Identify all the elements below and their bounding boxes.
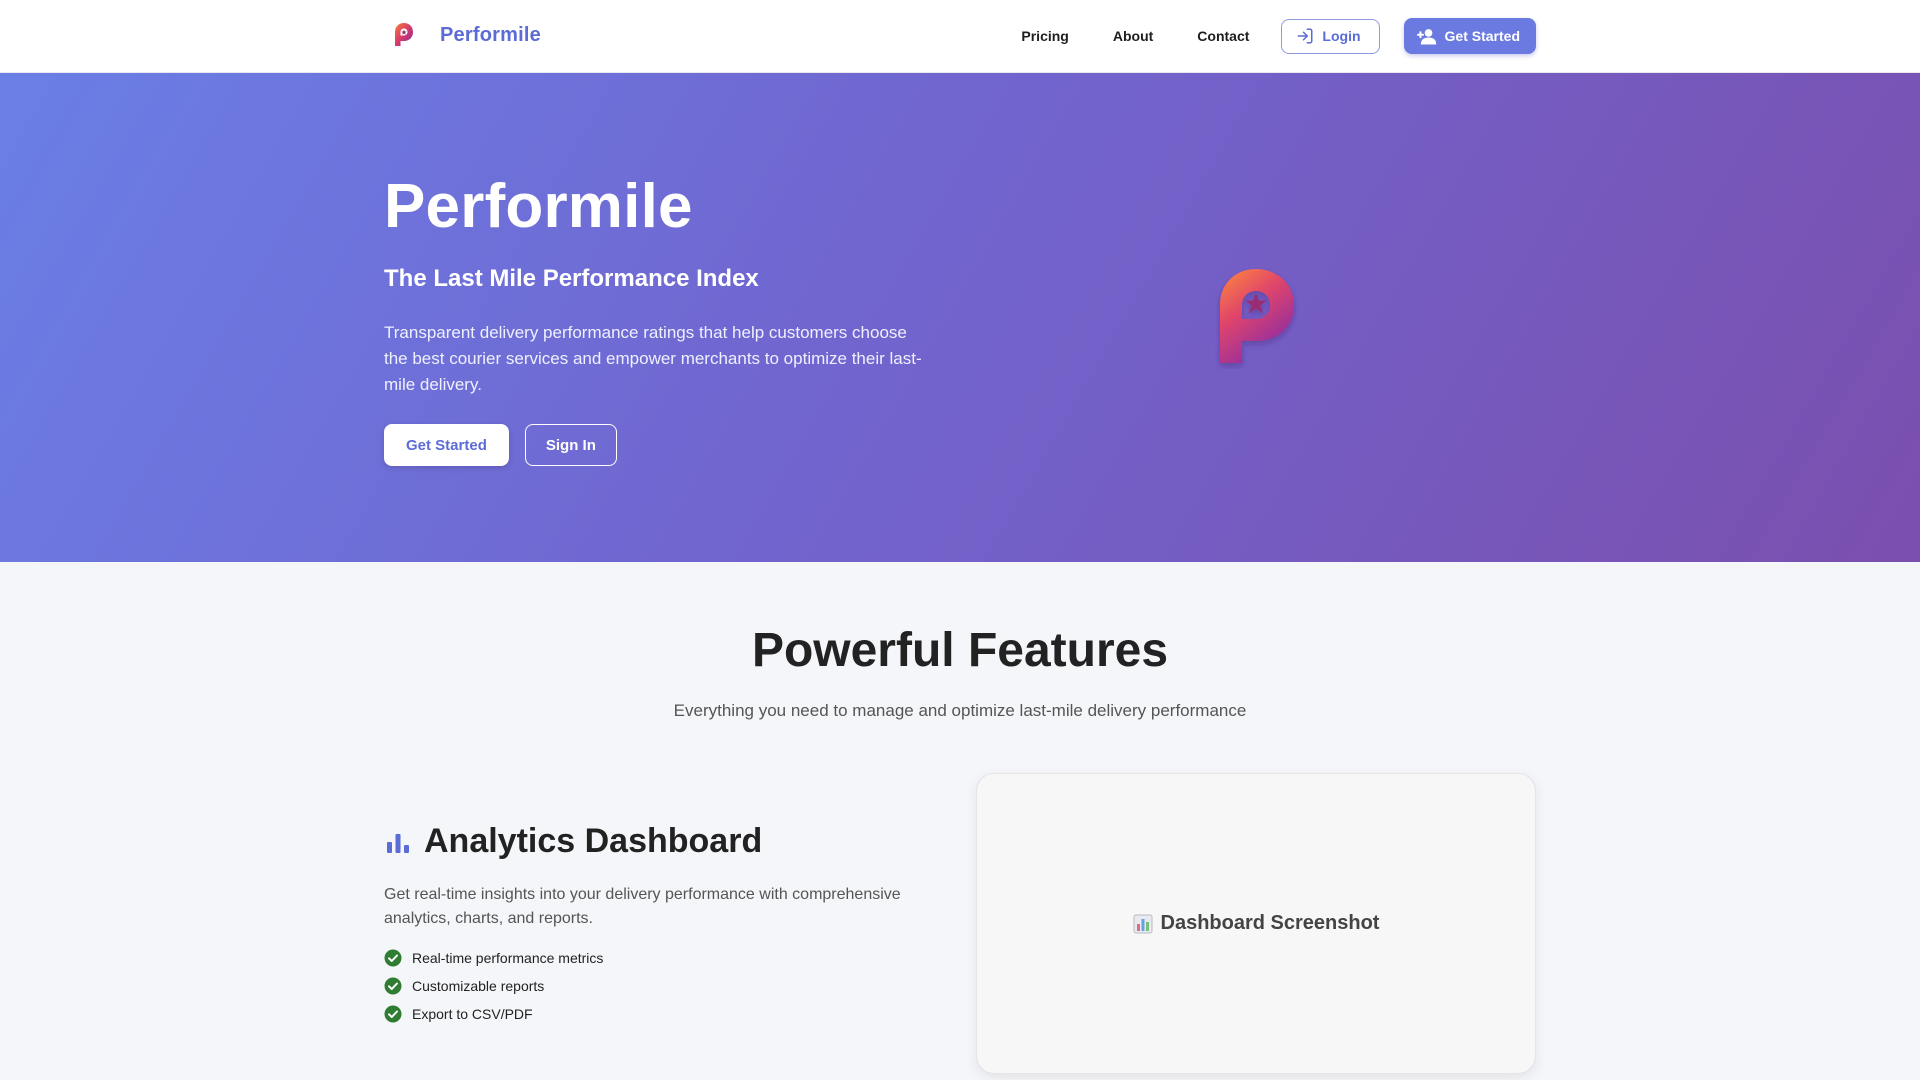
nav-link-contact[interactable]: Contact [1197, 28, 1249, 44]
hero-title: Performile [384, 172, 693, 241]
feature-bullet-text: Export to CSV/PDF [412, 1006, 533, 1022]
nav-links: Pricing About Contact Login Get Started [1021, 18, 1536, 54]
nav-link-about[interactable]: About [1113, 28, 1153, 44]
list-item: Real-time performance metrics [384, 944, 603, 972]
feature-description: Get real-time insights into your deliver… [384, 886, 901, 927]
get-started-nav-label: Get Started [1444, 28, 1520, 44]
brand[interactable]: Performile [392, 22, 541, 48]
feature-bullet-text: Customizable reports [412, 978, 545, 994]
login-icon [1297, 28, 1313, 44]
nav-link-pricing[interactable]: Pricing [1021, 28, 1068, 44]
bar-chart-icon [387, 833, 409, 853]
check-circle-icon [384, 949, 402, 967]
add-user-icon [1416, 29, 1436, 45]
login-button[interactable]: Login [1281, 18, 1380, 54]
check-circle-icon [384, 1005, 402, 1023]
top-navbar: Performile Pricing About Contact Login G… [0, 0, 1920, 73]
login-label: Login [1322, 28, 1361, 44]
list-item: Customizable reports [384, 972, 603, 1000]
feature-bullet-list: Real-time performance metrics Customizab… [384, 944, 603, 1028]
feature-title: Analytics Dashboard [424, 822, 763, 860]
performile-hero-logo-icon [1220, 269, 1294, 363]
hero-buttons: Get Started Sign In [384, 424, 617, 466]
check-circle-icon [384, 977, 402, 995]
features-title: Powerful Features [751, 624, 1169, 677]
hero-description: Transparent delivery performance ratings… [384, 323, 922, 394]
dashboard-screenshot-placeholder: Dashboard Screenshot [976, 773, 1536, 1074]
hero-section: Performile The Last Mile Performance Ind… [0, 73, 1920, 562]
bar-chart-emoji-icon [1133, 914, 1153, 933]
brand-name: Performile [440, 23, 541, 46]
get-started-nav-button[interactable]: Get Started [1403, 18, 1536, 54]
hero-get-started-button[interactable]: Get Started [384, 424, 509, 466]
hero-subtitle: The Last Mile Performance Index [384, 265, 759, 292]
feature-bullet-text: Real-time performance metrics [412, 950, 604, 966]
hero-sign-in-button[interactable]: Sign In [524, 424, 617, 466]
feature-heading: Analytics Dashboard [384, 822, 762, 861]
screenshot-label: Dashboard Screenshot [1160, 912, 1380, 934]
performile-logo-icon [395, 23, 413, 46]
features-subtitle: Everything you need to manage and optimi… [673, 701, 1247, 720]
list-item: Export to CSV/PDF [384, 1000, 603, 1028]
